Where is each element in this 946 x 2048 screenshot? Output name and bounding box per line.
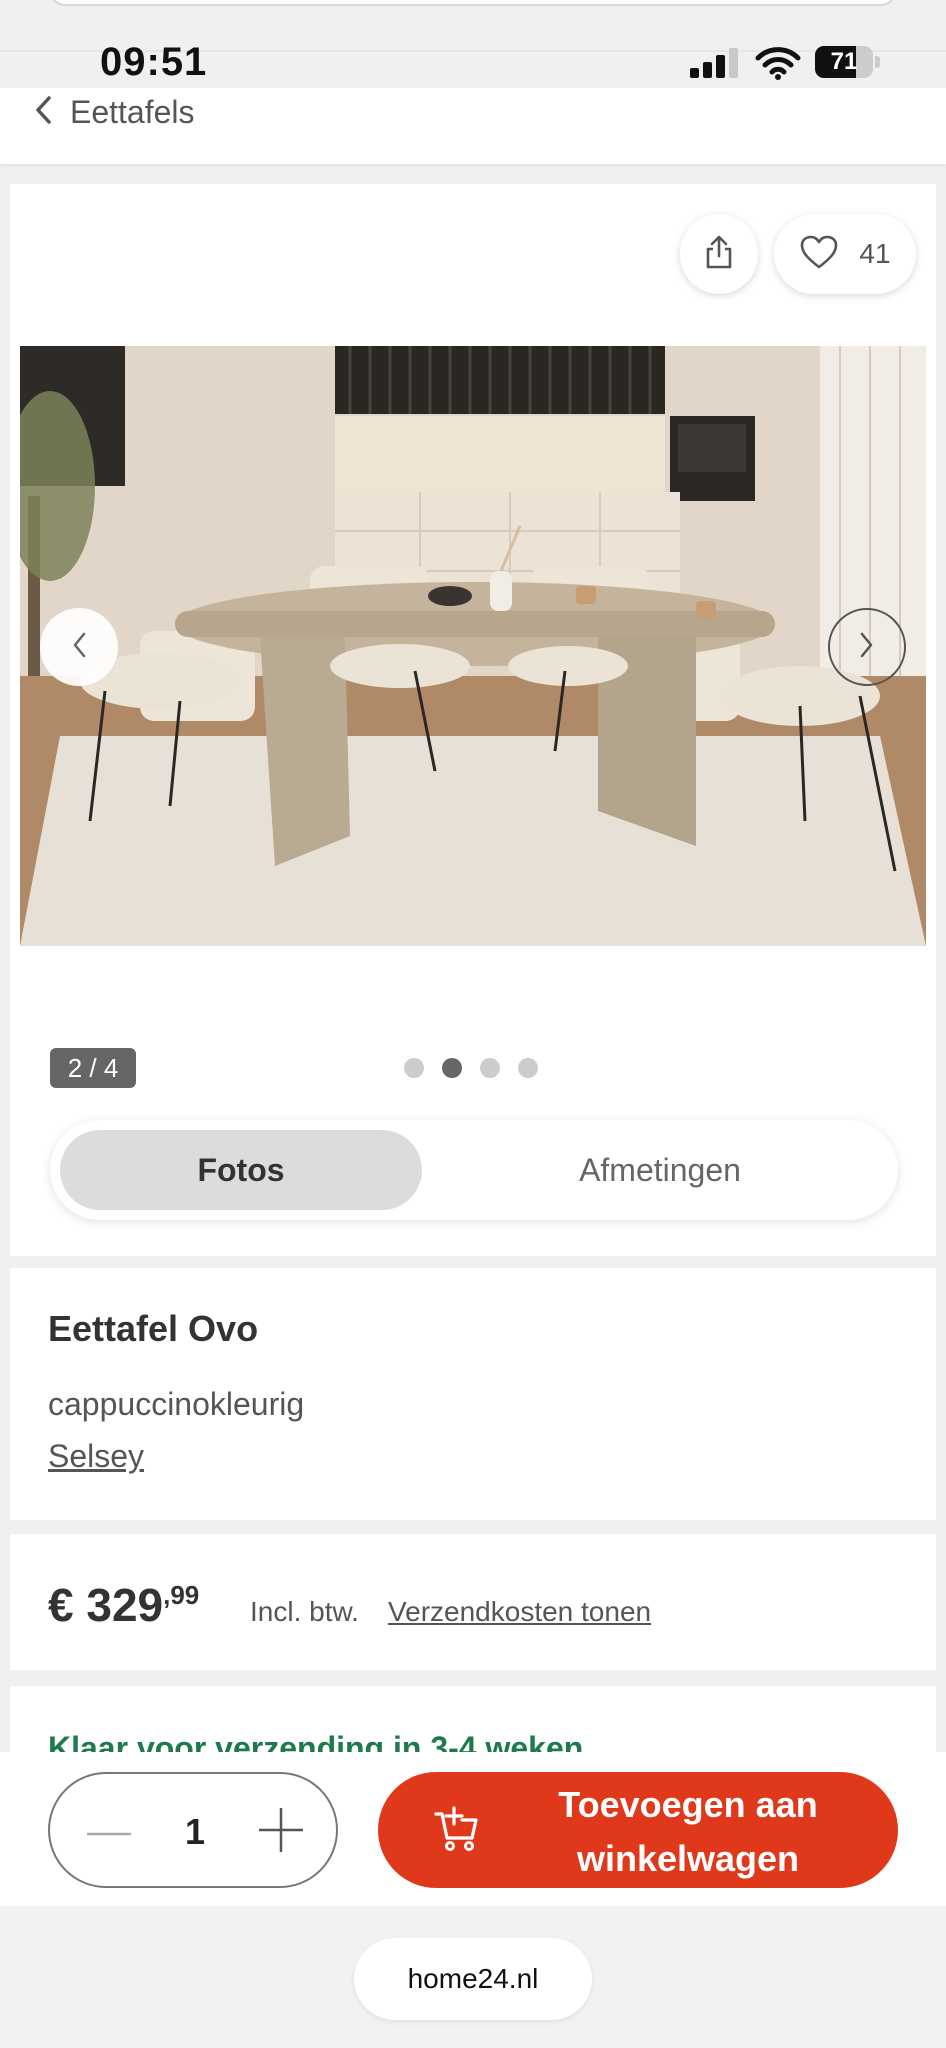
plus-icon [259, 1807, 303, 1857]
shipping-costs-link[interactable]: Verzendkosten tonen [388, 1596, 651, 1628]
battery-icon: 71 [815, 46, 881, 78]
product-gallery: 41 2 / 4 Fotos Afmetingen [10, 184, 936, 1256]
add-to-cart-button[interactable]: Toevoegen aan winkelwagen [378, 1772, 898, 1888]
price-amount: € 329 [48, 1579, 164, 1631]
price-cents: ,99 [163, 1580, 200, 1610]
vat-note: Incl. btw. [250, 1596, 359, 1627]
decrease-quantity-button[interactable] [74, 1794, 144, 1870]
increase-quantity-button[interactable] [246, 1794, 316, 1870]
media-tabs: Fotos Afmetingen [50, 1120, 898, 1220]
browser-bar: home24.nl [0, 1906, 946, 2048]
chevron-left-icon [70, 630, 88, 665]
share-icon [703, 234, 735, 275]
quantity-stepper: 1 [48, 1772, 338, 1888]
pagination-dot[interactable] [404, 1058, 424, 1078]
previous-image-button[interactable] [40, 608, 118, 686]
product-title: Eettafel Ovo [48, 1308, 259, 1349]
minus-icon [87, 1823, 131, 1841]
quantity-value[interactable]: 1 [160, 1794, 230, 1870]
product-info: Eettafel Ovo cappuccinokleurig Selsey [10, 1268, 936, 1520]
previous-url-bar-edge [48, 0, 898, 6]
price: € 329,99 [48, 1578, 199, 1632]
pagination-dot-active[interactable] [442, 1058, 462, 1078]
battery-percentage: 71 [830, 48, 858, 75]
favorite-button[interactable]: 41 [774, 214, 916, 294]
address-bar[interactable]: home24.nl [354, 1938, 592, 2020]
back-label: Eettafels [70, 93, 195, 130]
product-photo[interactable] [20, 346, 926, 946]
navigation-bar: Eettafels [0, 88, 946, 164]
favorites-count: 41 [859, 238, 891, 269]
next-image-button[interactable] [828, 608, 906, 686]
image-counter: 2 / 4 [50, 1048, 136, 1088]
status-time: 09:51 [100, 40, 208, 84]
heart-icon [799, 234, 839, 275]
price-section: € 329,99 Incl. btw. Verzendkosten tonen [10, 1534, 936, 1670]
image-pagination [404, 1058, 538, 1078]
add-to-cart-icon [432, 1804, 482, 1859]
product-color: cappuccinokleurig [48, 1386, 305, 1422]
add-to-cart-label: Toevoegen aan winkelwagen [518, 1778, 858, 1886]
wifi-icon [755, 46, 801, 80]
pagination-dot[interactable] [518, 1058, 538, 1078]
tab-photos[interactable]: Fotos [60, 1130, 422, 1210]
chevron-left-icon [34, 95, 52, 130]
brand-link[interactable]: Selsey [48, 1438, 144, 1475]
add-to-cart-label-line1: Toevoegen aan [558, 1784, 818, 1825]
add-to-cart-label-line2: winkelwagen [576, 1838, 800, 1879]
pagination-dot[interactable] [480, 1058, 500, 1078]
back-button[interactable]: Eettafels [34, 88, 195, 136]
purchase-bar: 1 Toevoegen aan winkelwagen [0, 1752, 946, 1906]
status-bar: 09:51 71 [0, 40, 946, 88]
tab-dimensions[interactable]: Afmetingen [480, 1130, 840, 1210]
chevron-right-icon [858, 630, 876, 665]
share-button[interactable] [680, 214, 758, 294]
cellular-signal-icon [690, 48, 740, 78]
